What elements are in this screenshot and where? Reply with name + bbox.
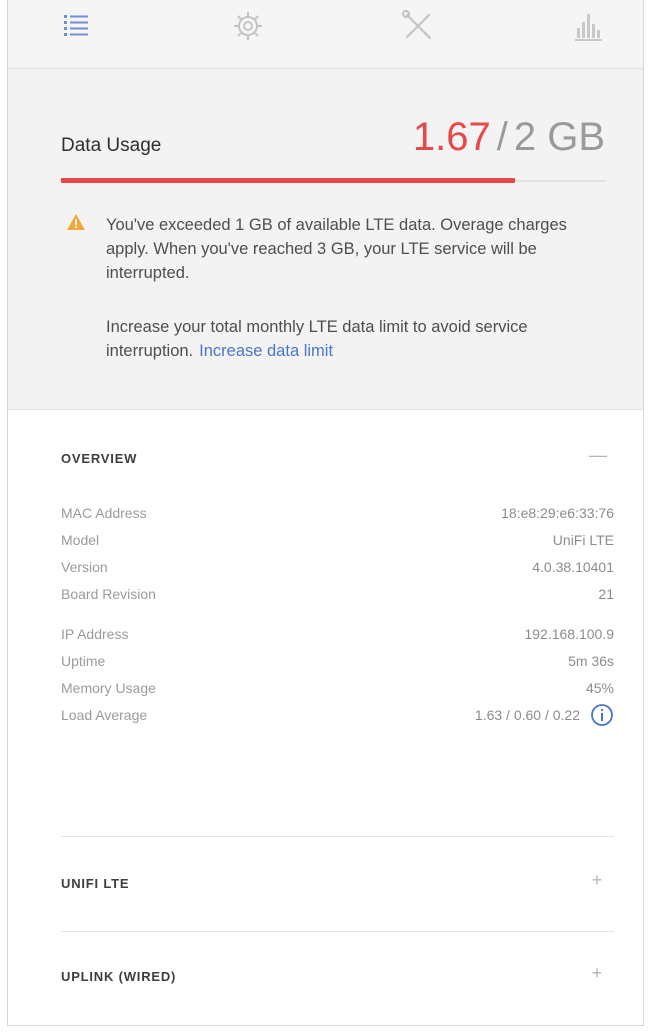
property-row: Board Revision 21 [61, 586, 614, 613]
unifi-lte-section-title: UNIFI LTE [61, 876, 130, 891]
property-row: Version 4.0.38.10401 [61, 559, 614, 586]
property-value: UniFi LTE [552, 532, 614, 548]
tab-settings[interactable] [228, 6, 268, 46]
warning-triangle-icon [67, 214, 85, 230]
property-row: MAC Address 18:e8:29:e6:33:76 [61, 505, 614, 532]
data-usage-amount: 1.67/2 GB [413, 113, 605, 161]
property-row: Memory Usage 45% [61, 680, 614, 707]
property-value: 5m 36s [568, 653, 614, 669]
tab-tools[interactable] [398, 6, 438, 46]
info-icon[interactable] [590, 703, 614, 727]
unifi-lte-expand-toggle[interactable]: + [589, 871, 605, 889]
data-limit-help: Increase your total monthly LTE data lim… [106, 315, 596, 363]
property-value: 18:e8:29:e6:33:76 [501, 505, 614, 521]
data-usage-progress-fill [61, 178, 516, 183]
property-value: 1.63 / 0.60 / 0.22 [474, 707, 580, 723]
property-label: Uptime [61, 653, 106, 669]
overage-warning-text: You've exceeded 1 GB of available LTE da… [106, 216, 567, 282]
property-label: Model [61, 532, 100, 548]
property-value: 45% [585, 680, 614, 696]
data-used-value: 1.67 [412, 115, 491, 159]
tab-bar [8, 0, 643, 69]
property-label: Load Average [61, 707, 148, 723]
data-usage-separator: / [496, 115, 508, 159]
data-limit-value: 2 GB [513, 115, 605, 159]
property-row: IP Address 192.168.100.9 [61, 626, 614, 653]
data-usage-progress [61, 178, 605, 183]
gear-icon [234, 12, 262, 40]
overview-section-title: OVERVIEW [61, 451, 138, 466]
property-label: Memory Usage [61, 680, 156, 696]
property-value: 21 [598, 586, 614, 602]
section-divider [61, 931, 614, 932]
increase-data-limit-link[interactable]: Increase data limit [199, 342, 333, 360]
list-icon [64, 15, 88, 36]
overview-collapse-toggle[interactable]: — [589, 446, 607, 464]
property-label: MAC Address [61, 505, 147, 521]
property-value: 4.0.38.10401 [532, 559, 614, 575]
overview-properties: MAC Address 18:e8:29:e6:33:76 Model UniF… [61, 505, 614, 734]
data-usage-card: Data Usage 1.67/2 GB You've exceeded 1 G… [8, 69, 643, 410]
property-label: Board Revision [61, 586, 156, 602]
tools-icon [401, 9, 432, 40]
section-divider [61, 836, 614, 837]
uplink-section-title: UPLINK (WIRED) [61, 969, 177, 984]
device-properties-panel: Data Usage 1.67/2 GB You've exceeded 1 G… [7, 0, 644, 1026]
property-value: 192.168.100.9 [524, 626, 614, 642]
uplink-expand-toggle[interactable]: + [589, 964, 605, 982]
property-row: Load Average 1.63 / 0.60 / 0.22 [61, 704, 614, 734]
stats-icon [575, 14, 602, 41]
tab-details[interactable] [58, 6, 98, 46]
property-row: Uptime 5m 36s [61, 653, 614, 680]
property-label: IP Address [61, 626, 129, 642]
property-row: Model UniFi LTE [61, 532, 614, 559]
data-usage-title: Data Usage [61, 135, 162, 156]
tab-statistics[interactable] [568, 6, 608, 46]
property-label: Version [61, 559, 108, 575]
